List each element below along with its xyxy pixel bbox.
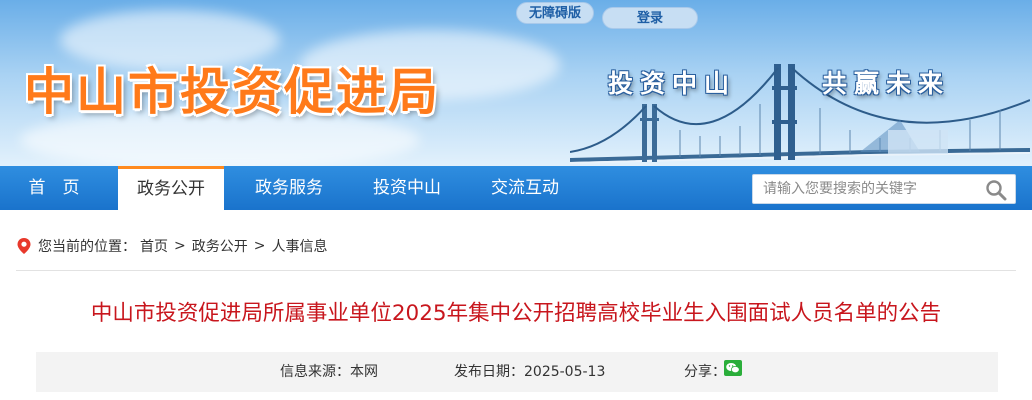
- breadcrumb-separator: >: [253, 238, 266, 254]
- header-banner: 无障碍版 登录 中山市投资促进局 投资中山 共赢未来: [0, 0, 1032, 166]
- breadcrumb-link-personnel-info[interactable]: 人事信息: [271, 236, 327, 256]
- source-label: 信息来源：: [280, 364, 350, 380]
- search-icon[interactable]: [985, 179, 1007, 201]
- date-label: 发布日期：: [454, 364, 524, 380]
- nav-item-home[interactable]: 首 页: [10, 166, 98, 210]
- nav-item-interaction[interactable]: 交流互动: [476, 166, 574, 210]
- article-source: 信息来源：本网: [280, 352, 378, 392]
- article-meta-bar: 信息来源：本网 发布日期：2025-05-13 分享：: [36, 352, 998, 392]
- login-button[interactable]: 登录: [602, 7, 699, 29]
- breadcrumb-separator: >: [174, 238, 186, 254]
- search-input[interactable]: [753, 175, 973, 203]
- site-title[interactable]: 中山市投资促进局: [24, 52, 440, 124]
- location-pin-icon: [17, 238, 31, 254]
- slogan-left: 投资中山: [608, 69, 737, 98]
- wechat-icon[interactable]: [724, 360, 742, 376]
- accessibility-button[interactable]: 无障碍版: [516, 2, 595, 24]
- article-date: 发布日期：2025-05-13: [454, 352, 605, 392]
- breadcrumb-link-home[interactable]: 首页: [140, 236, 168, 256]
- breadcrumb-link-government-info[interactable]: 政务公开: [192, 236, 248, 256]
- breadcrumb-divider: [16, 270, 1016, 271]
- main-nav: 首 页 政务公开 政务服务 投资中山 交流互动: [0, 166, 1032, 210]
- slogan-right: 共赢未来: [822, 69, 951, 98]
- share-label: 分享：: [684, 364, 726, 380]
- nav-item-government-services[interactable]: 政务服务: [240, 166, 338, 210]
- date-value: 2025-05-13: [524, 364, 606, 380]
- article-title: 中山市投资促进局所属事业单位2025年集中公开招聘高校毕业生入围面试人员名单的公…: [90, 301, 942, 326]
- breadcrumb-prefix: 您当前的位置：: [38, 239, 136, 255]
- source-value: 本网: [350, 364, 378, 380]
- top-toolbar: 无障碍版 登录: [516, 2, 699, 29]
- nav-item-government-info[interactable]: 政务公开: [118, 166, 224, 210]
- breadcrumb: 您当前的位置： 首页 > 政务公开 > 人事信息: [16, 232, 1016, 260]
- search-box: [752, 174, 1016, 204]
- nav-item-invest-zhongshan[interactable]: 投资中山: [358, 166, 456, 210]
